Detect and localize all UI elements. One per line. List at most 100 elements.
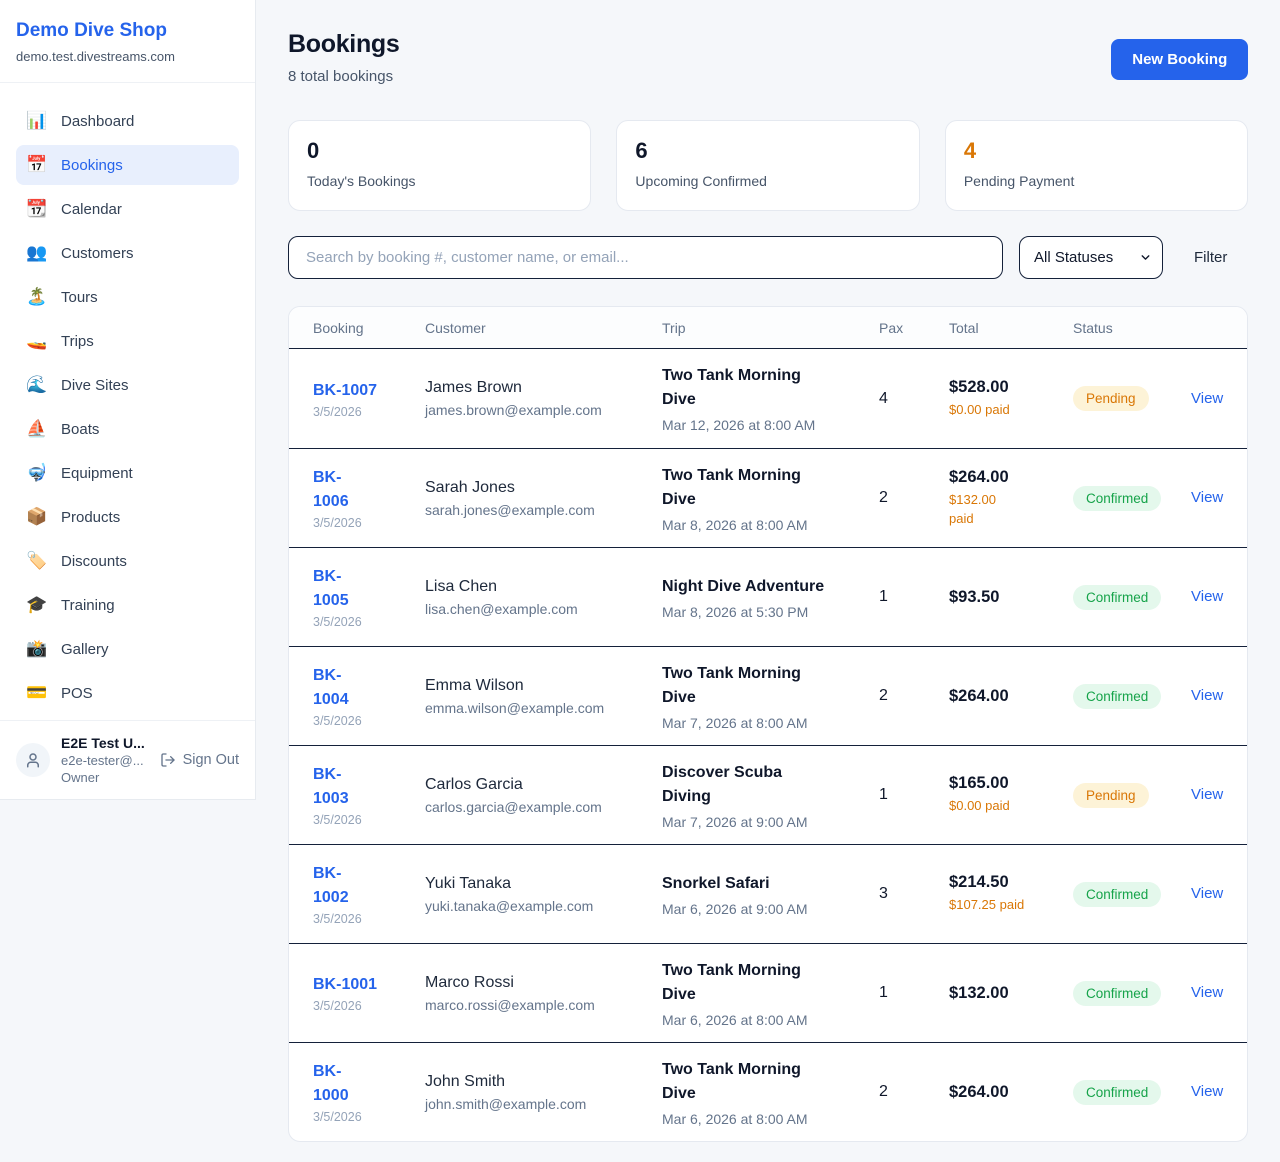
island-icon: 🏝️	[26, 287, 48, 307]
customer-email: yuki.tanaka@example.com	[425, 898, 662, 914]
total-amount: $264.00	[949, 1083, 1073, 1102]
sidebar-item-tours[interactable]: 🏝️ Tours	[16, 277, 239, 317]
booking-date: 3/5/2026	[313, 516, 425, 530]
trip-name: Two Tank Morning Dive	[662, 364, 879, 412]
booking-id-link[interactable]: BK- 1002	[313, 862, 349, 910]
sidebar-item-calendar[interactable]: 📆 Calendar	[16, 189, 239, 229]
sidebar-item-label: Discounts	[61, 553, 127, 570]
view-link[interactable]: View	[1191, 588, 1223, 605]
column-header-status: Status	[1073, 320, 1191, 336]
customer-name: Lisa Chen	[425, 578, 662, 596]
booking-id-link[interactable]: BK- 1005	[313, 565, 349, 613]
sidebar-item-dashboard[interactable]: 📊 Dashboard	[16, 101, 239, 141]
sidebar-item-label: Equipment	[61, 465, 133, 482]
sidebar-item-trips[interactable]: 🚤 Trips	[16, 321, 239, 361]
status-badge: Confirmed	[1073, 1080, 1161, 1105]
user-email: e2e-tester@...	[61, 753, 149, 768]
customer-email: sarah.jones@example.com	[425, 502, 662, 518]
booking-id-link[interactable]: BK- 1003	[313, 763, 349, 811]
booking-id-link[interactable]: BK- 1004	[313, 664, 349, 712]
wave-icon: 🌊	[26, 375, 48, 395]
trip-name: Two Tank Morning Dive	[662, 959, 879, 1007]
sidebar-item-gallery[interactable]: 📸 Gallery	[16, 629, 239, 669]
sidebar-item-label: Gallery	[61, 641, 109, 658]
view-link[interactable]: View	[1191, 786, 1223, 803]
trip-datetime: Mar 6, 2026 at 9:00 AM	[662, 901, 879, 917]
column-header-total: Total	[949, 320, 1073, 336]
customer-name: Yuki Tanaka	[425, 875, 662, 893]
stat-value: 0	[307, 138, 572, 164]
sidebar-item-label: Boats	[61, 421, 99, 438]
view-link[interactable]: View	[1191, 885, 1223, 902]
view-link[interactable]: View	[1191, 984, 1223, 1001]
column-header-booking: Booking	[313, 320, 425, 336]
sidebar-item-pos[interactable]: 💳 POS	[16, 673, 239, 713]
pax-count: 4	[879, 390, 949, 408]
sidebar-item-customers[interactable]: 👥 Customers	[16, 233, 239, 273]
trip-datetime: Mar 6, 2026 at 8:00 AM	[662, 1012, 879, 1028]
tag-icon: 🏷️	[26, 551, 48, 571]
status-filter-select[interactable]: All Statuses	[1019, 236, 1163, 279]
trip-name: Two Tank Morning Dive	[662, 1058, 879, 1106]
table-row[interactable]: BK-1007 3/5/2026 James Brown james.brown…	[289, 349, 1247, 448]
page-header: Bookings 8 total bookings New Booking	[288, 30, 1248, 85]
sidebar-item-training[interactable]: 🎓 Training	[16, 585, 239, 625]
total-amount: $264.00	[949, 687, 1073, 706]
sidebar-header: Demo Dive Shop demo.test.divestreams.com	[0, 0, 255, 83]
user-name: E2E Test U...	[61, 735, 149, 751]
view-link[interactable]: View	[1191, 390, 1223, 407]
new-booking-button[interactable]: New Booking	[1111, 39, 1248, 80]
customer-name: Marco Rossi	[425, 974, 662, 992]
sailboat-icon: ⛵	[26, 419, 48, 439]
stat-card-todays-bookings: 0 Today's Bookings	[288, 120, 591, 211]
status-badge: Pending	[1073, 386, 1149, 411]
booking-date: 3/5/2026	[313, 615, 425, 629]
filter-button[interactable]: Filter	[1182, 241, 1239, 274]
sidebar-item-boats[interactable]: ⛵ Boats	[16, 409, 239, 449]
table-row[interactable]: BK- 1005 3/5/2026 Lisa Chen lisa.chen@ex…	[289, 547, 1247, 646]
view-link[interactable]: View	[1191, 489, 1223, 506]
view-link[interactable]: View	[1191, 687, 1223, 704]
sidebar-item-label: Customers	[61, 245, 134, 262]
customer-email: emma.wilson@example.com	[425, 700, 662, 716]
trip-name: Two Tank Morning Dive	[662, 662, 879, 710]
sidebar-item-discounts[interactable]: 🏷️ Discounts	[16, 541, 239, 581]
customer-name: Sarah Jones	[425, 479, 662, 497]
sidebar-item-label: Tours	[61, 289, 98, 306]
sidebar-item-label: Bookings	[61, 157, 123, 174]
booking-id-link[interactable]: BK- 1006	[313, 466, 349, 514]
trip-datetime: Mar 12, 2026 at 8:00 AM	[662, 417, 879, 433]
sidebar-item-equipment[interactable]: 🤿 Equipment	[16, 453, 239, 493]
search-input[interactable]	[288, 236, 1003, 279]
page-title: Bookings	[288, 30, 400, 59]
sign-out-button[interactable]: Sign Out	[160, 752, 239, 768]
sign-out-label: Sign Out	[183, 752, 239, 768]
trip-datetime: Mar 6, 2026 at 8:00 AM	[662, 1111, 879, 1127]
table-row[interactable]: BK- 1004 3/5/2026 Emma Wilson emma.wilso…	[289, 646, 1247, 745]
table-row[interactable]: BK- 1003 3/5/2026 Carlos Garcia carlos.g…	[289, 745, 1247, 844]
bookings-calendar-icon: 📅	[26, 155, 48, 175]
package-icon: 📦	[26, 507, 48, 527]
table-row[interactable]: BK- 1006 3/5/2026 Sarah Jones sarah.jone…	[289, 448, 1247, 547]
camera-icon: 📸	[26, 639, 48, 659]
view-link[interactable]: View	[1191, 1083, 1223, 1100]
paid-amount: $132.00 paid	[949, 491, 1073, 527]
graduation-cap-icon: 🎓	[26, 595, 48, 615]
pax-count: 2	[879, 489, 949, 507]
table-row[interactable]: BK-1001 3/5/2026 Marco Rossi marco.rossi…	[289, 943, 1247, 1042]
total-amount: $132.00	[949, 984, 1073, 1003]
sidebar-item-label: Calendar	[61, 201, 122, 218]
table-row[interactable]: BK- 1002 3/5/2026 Yuki Tanaka yuki.tanak…	[289, 844, 1247, 943]
trip-name: Two Tank Morning Dive	[662, 464, 879, 512]
booking-id-link[interactable]: BK-1007	[313, 379, 377, 403]
sidebar-item-dive-sites[interactable]: 🌊 Dive Sites	[16, 365, 239, 405]
sidebar-item-bookings[interactable]: 📅 Bookings	[16, 145, 239, 185]
table-row[interactable]: BK- 1000 3/5/2026 John Smith john.smith@…	[289, 1042, 1247, 1141]
booking-date: 3/5/2026	[313, 1110, 425, 1124]
sidebar-item-products[interactable]: 📦 Products	[16, 497, 239, 537]
booking-id-link[interactable]: BK-1001	[313, 973, 377, 997]
user-icon	[24, 751, 42, 769]
booking-id-link[interactable]: BK- 1000	[313, 1060, 349, 1108]
paid-amount: $0.00 paid	[949, 797, 1073, 815]
sidebar-item-label: Training	[61, 597, 115, 614]
